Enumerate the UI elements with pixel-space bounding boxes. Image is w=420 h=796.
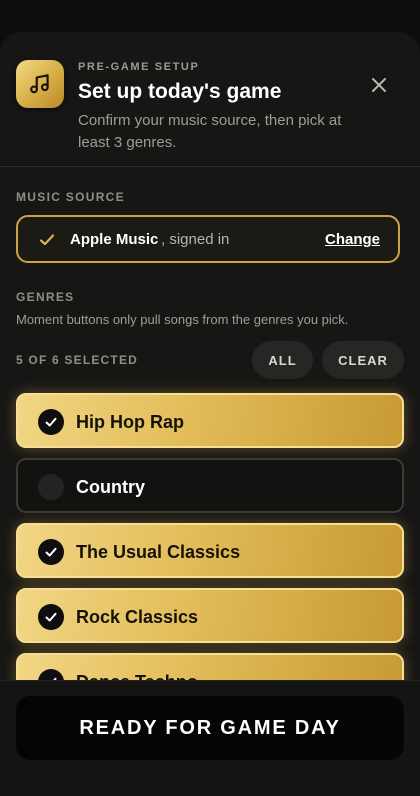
selected-count: 5 OF 6 SELECTED [16, 353, 139, 367]
checkmark-icon [38, 604, 64, 630]
genre-label: Rock Classics [76, 607, 199, 627]
genre-item-rock-classics[interactable]: Rock Classics [16, 588, 404, 643]
genre-item-the-usual-classics[interactable]: The Usual Classics [16, 523, 404, 578]
genre-label: Hip Hop Rap [76, 412, 184, 432]
music-source-card[interactable]: Apple Music , signed in Change [16, 215, 400, 263]
ready-button[interactable]: READY FOR GAME DAY [16, 696, 404, 760]
eyebrow-label: PRE-GAME SETUP [78, 61, 200, 73]
clear-button[interactable]: CLEAR [322, 341, 404, 379]
genre-label: Country [76, 477, 145, 497]
close-icon [372, 78, 386, 92]
page-subtitle: Confirm your music source, then pick at … [78, 112, 342, 151]
unchecked-circle-icon [38, 474, 64, 500]
change-source-link[interactable]: Change [325, 231, 380, 248]
music-source-name: Apple Music [70, 231, 159, 248]
select-all-button[interactable]: ALL [252, 341, 313, 379]
sheet-header: PRE-GAME SETUP Set up today's game Confi… [0, 32, 420, 162]
page-title: Set up today's game [78, 80, 282, 103]
genres-help-text: Moment buttons only pull songs from the … [16, 312, 349, 327]
header-divider [0, 166, 420, 167]
music-note-icon [16, 60, 64, 108]
sheet-footer: READY FOR GAME DAY [0, 680, 420, 796]
genres-label: GENRES [16, 290, 75, 304]
close-button[interactable] [364, 70, 394, 100]
genre-item-country[interactable]: Country [16, 458, 404, 513]
check-icon [39, 234, 55, 246]
checkmark-icon [38, 539, 64, 565]
checkmark-icon [38, 409, 64, 435]
music-source-status: , signed in [161, 231, 230, 248]
genre-item-hip-hop-rap[interactable]: Hip Hop Rap [16, 393, 404, 448]
genre-list: Hip Hop Rap Country The Usual Classics R… [16, 393, 404, 718]
genre-label: The Usual Classics [76, 542, 241, 562]
music-source-label: MUSIC SOURCE [16, 190, 125, 204]
setup-sheet: PRE-GAME SETUP Set up today's game Confi… [0, 32, 420, 796]
